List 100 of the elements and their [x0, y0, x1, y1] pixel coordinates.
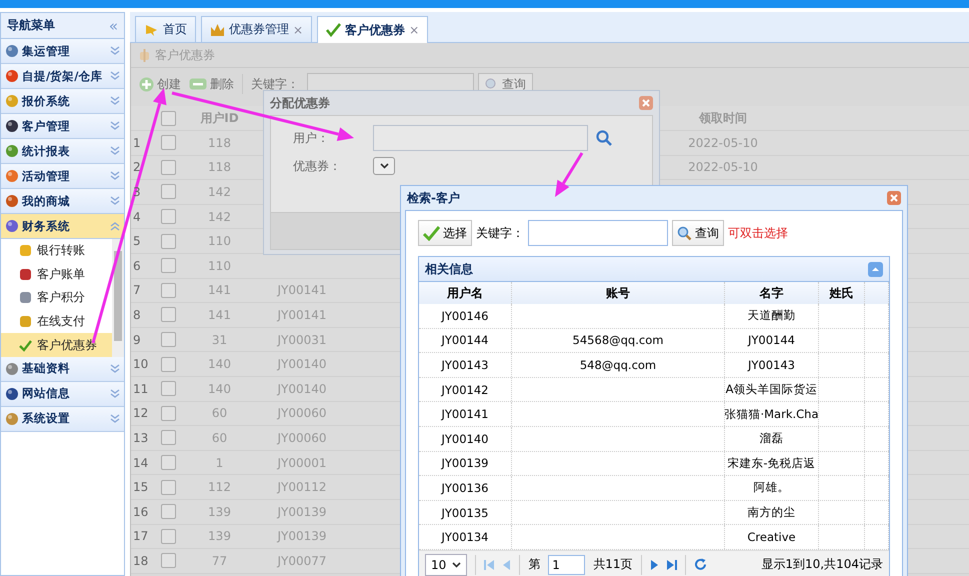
- chevron-icon: [110, 71, 120, 81]
- menu-item[interactable]: 客户积分: [1, 286, 112, 310]
- table-cell-text: 60: [210, 406, 228, 420]
- keyword-label: 关键字：: [476, 224, 524, 242]
- row-checkbox[interactable]: [160, 282, 176, 298]
- table-row[interactable]: JY00142 A领头羊国际货运: [419, 378, 889, 402]
- sidebar-title: 导航菜单: [7, 17, 55, 34]
- row-checkbox[interactable]: [160, 406, 176, 421]
- table-row[interactable]: JY00146 天道酬勤: [419, 304, 889, 329]
- table-cell-text: 110: [207, 234, 232, 248]
- menu-section[interactable]: 自提/货架/仓库: [1, 64, 124, 89]
- tab[interactable]: 客户优惠券 ×: [317, 16, 428, 43]
- table-cell: JY00077: [277, 554, 327, 568]
- menu-section[interactable]: 报价系统: [1, 89, 124, 114]
- menu-section[interactable]: 我的商城: [1, 189, 124, 214]
- tab[interactable]: 首页: [135, 16, 196, 42]
- menu-section[interactable]: 集运管理: [1, 39, 124, 64]
- table-row[interactable]: JY00140 溜磊: [419, 426, 889, 452]
- column-header: 领取时间: [698, 110, 748, 126]
- keyword-label: 关键字：: [251, 76, 299, 92]
- delete-button[interactable]: 删除: [189, 76, 234, 92]
- row-checkbox[interactable]: [160, 135, 176, 150]
- table-row[interactable]: JY00139 宋建东-免税店返: [419, 452, 889, 476]
- refresh-icon[interactable]: [694, 558, 707, 572]
- table-row[interactable]: JY00144 54568@qq.com JY00144: [419, 328, 889, 354]
- table-cell: Creative: [747, 530, 796, 544]
- row-checkbox[interactable]: [160, 504, 176, 520]
- table-cell: JY00031: [277, 332, 327, 347]
- row-checkbox[interactable]: [160, 160, 176, 175]
- table-cell: 南方的尘: [748, 505, 796, 520]
- row-checkbox[interactable]: [160, 528, 176, 544]
- row-number: 10: [132, 357, 150, 372]
- menu-section[interactable]: 基础资料: [1, 356, 124, 382]
- row-number: 18: [132, 554, 150, 568]
- select-button[interactable]: 选择: [418, 220, 472, 246]
- collapse-icon[interactable]: [868, 262, 883, 276]
- row-checkbox[interactable]: [160, 258, 176, 274]
- row-checkbox[interactable]: [160, 307, 176, 322]
- row-checkbox[interactable]: [160, 553, 176, 568]
- previous-page-icon[interactable]: [503, 558, 512, 571]
- chevron-icon: [110, 196, 120, 206]
- row-number: 14: [132, 456, 150, 470]
- plus-icon: [139, 76, 154, 92]
- row-number: 4: [132, 210, 142, 224]
- table-cell: JY00139: [277, 529, 327, 544]
- menu-item[interactable]: 在线支付: [1, 310, 112, 334]
- table-row[interactable]: JY00141 张猫猫·Mark.Cha: [419, 402, 889, 427]
- row-number: 9: [132, 332, 142, 347]
- tab[interactable]: 优惠券管理 ×: [201, 16, 312, 42]
- user-field[interactable]: [373, 125, 588, 151]
- row-checkbox[interactable]: [160, 332, 176, 348]
- scrollbar[interactable]: [112, 239, 124, 357]
- row-checkbox[interactable]: [160, 381, 176, 396]
- table-row[interactable]: JY00136 阿雄。: [419, 476, 889, 501]
- select-all-checkbox[interactable]: [160, 110, 176, 126]
- chevron-icon: [110, 221, 120, 231]
- keyword-field[interactable]: [528, 220, 668, 246]
- row-checkbox[interactable]: [160, 480, 176, 495]
- next-page-icon[interactable]: [650, 558, 658, 571]
- menu-item[interactable]: 银行转账: [1, 239, 112, 263]
- row-checkbox[interactable]: [160, 430, 176, 446]
- table-cell: 阿雄。: [754, 480, 790, 496]
- table-cell: JY00142: [442, 382, 488, 397]
- close-icon[interactable]: [887, 191, 901, 205]
- row-checkbox[interactable]: [160, 184, 176, 200]
- menu-section[interactable]: 统计报表: [1, 139, 124, 164]
- row-number: 7: [132, 283, 142, 298]
- menu-section[interactable]: 客户管理: [1, 114, 124, 139]
- chevron-icon: [110, 46, 120, 56]
- menu-section[interactable]: 网站信息: [1, 382, 124, 407]
- search-button[interactable]: 查询: [672, 220, 724, 246]
- menu-section[interactable]: 财务系统: [1, 214, 124, 239]
- row-checkbox[interactable]: [160, 234, 176, 249]
- menu-section[interactable]: 活动管理: [1, 164, 124, 189]
- table-row[interactable]: JY00143 548@qq.com JY00143: [419, 353, 889, 378]
- first-page-icon[interactable]: [484, 558, 496, 571]
- table-cell: 2022-05-10: [688, 136, 758, 150]
- coupon-dropdown[interactable]: [373, 157, 395, 175]
- column-header: 名字: [725, 282, 819, 304]
- panel-title: 相关信息: [425, 260, 473, 278]
- row-checkbox[interactable]: [160, 455, 176, 470]
- menu-item[interactable]: 客户账单: [1, 262, 112, 286]
- row-checkbox[interactable]: [160, 209, 176, 224]
- table-cell: JY00140: [277, 357, 327, 372]
- row-number: 16: [132, 504, 150, 519]
- page-field[interactable]: 1: [548, 554, 586, 575]
- row-checkbox[interactable]: [160, 356, 176, 372]
- column-header: 用户名: [419, 282, 512, 304]
- column-header: 用户ID: [199, 110, 240, 126]
- last-page-icon[interactable]: [666, 558, 677, 571]
- row-number: 17: [132, 529, 150, 544]
- menu-section[interactable]: 系统设置: [1, 406, 124, 432]
- page-size-select[interactable]: 10: [425, 554, 468, 576]
- chevron-icon: [110, 414, 120, 424]
- close-icon[interactable]: [639, 96, 653, 110]
- caret-icon: [380, 163, 388, 169]
- table-cell-text: 112: [207, 480, 232, 494]
- table-cell: 溜磊: [760, 431, 784, 446]
- table-row[interactable]: JY00135 南方的尘: [419, 500, 889, 526]
- create-button[interactable]: 创建: [139, 76, 181, 92]
